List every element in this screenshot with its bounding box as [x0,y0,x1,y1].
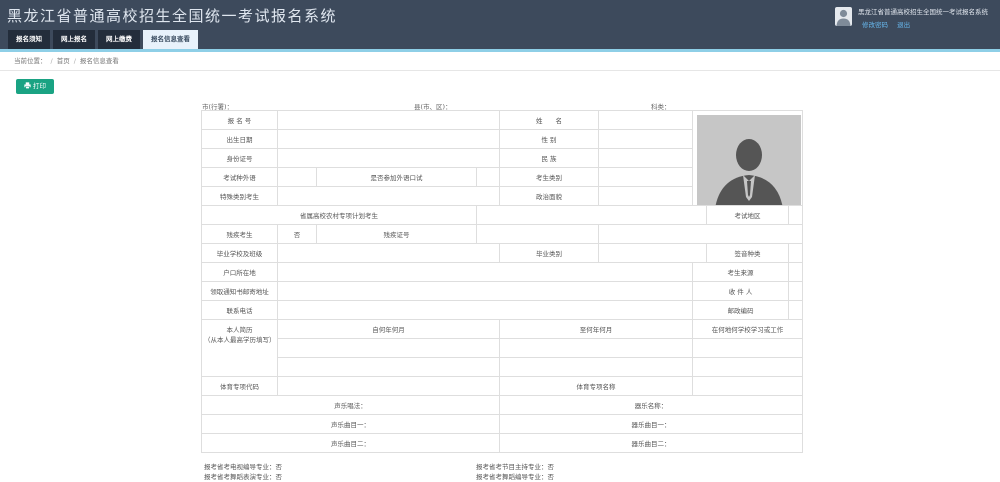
label-postal-code: 邮政编码 [692,300,790,320]
label-foreign-language: 考试种外语 [201,167,278,187]
vocal-piece-2: 声乐曲目二： [200,433,501,453]
tab-registration-info[interactable]: 报名信息查看 [143,30,198,49]
label-mailing-address: 领取通知书邮寄地址 [201,281,278,301]
user-name: 黑龙江省普通高校招生全国统一考试报名系统 [858,8,988,16]
resume-row-where [692,338,804,358]
value-id-number [276,148,501,168]
value-birth-date [276,129,501,149]
value-registration-number [276,110,501,130]
value-sports-name [692,376,804,396]
user-avatar-icon [835,7,852,26]
label-id-number: 身份证号 [201,148,278,168]
label-name: 姓 名 [499,110,600,130]
label-sports-name: 体育专项名称 [499,376,694,396]
value-rural-special-plan [475,205,708,225]
print-button[interactable]: 打印 [16,79,54,94]
instrument-name: 器乐名称： [499,395,804,415]
value-contact-phone [276,300,694,320]
value-mailing-address [276,281,694,301]
print-button-label: 打印 [33,82,46,90]
value-graduation-school [276,243,501,263]
label-rural-special-plan: 省属高校农村专项计划考生 [201,205,477,225]
tab-registration-notice[interactable]: 报名须知 [8,30,50,49]
breadcrumb-home[interactable]: 首页 [57,57,70,65]
dance-performance-major: 报考省考舞蹈表演专业：否 [204,473,282,481]
resume-header-from: 自何年何月 [276,319,501,339]
value-candidate-source [788,262,804,282]
resume-row-to [499,357,694,377]
value-special-category [276,186,501,206]
label-graduation-school: 毕业学校及班级 [201,243,278,263]
dance-choreography-major: 报考省考舞蹈编导专业：否 [476,473,554,481]
label-disability-cert: 残疾证号 [316,224,477,244]
value-name [598,110,694,130]
value-ethnicity [598,148,694,168]
tab-online-registration[interactable]: 网上报名 [53,30,95,49]
vocal-piece-1: 声乐曲目一： [200,414,501,434]
resume-note: （从本人最高学历填写） [204,336,276,344]
value-sports-code [276,376,501,396]
tab-online-payment[interactable]: 网上缴费 [98,30,140,49]
value-disabled-candidate: 否 [277,224,317,244]
value-disability-cert [475,224,600,244]
main-tabs: 报名须知 网上报名 网上缴费 报名信息查看 [8,30,198,49]
applicant-photo-placeholder [697,115,802,205]
value-sound-type [788,243,804,263]
label-candidate-category: 考生类别 [499,167,600,187]
empty-cell [598,224,804,244]
value-exam-region [788,205,804,225]
top-header: 黑龙江省普通高校招生全国统一考试报名系统 报名须知 网上报名 网上缴费 报名信息… [0,0,1000,49]
label-birth-date: 出生日期 [201,129,278,149]
vocal-style: 声乐唱法： [200,395,501,415]
label-gender: 性 别 [499,129,600,149]
value-graduation-category [598,243,708,263]
label-registration-number: 报 名 号 [201,110,278,130]
value-oral-exam [475,167,501,187]
label-sports-code: 体育专项代码 [201,376,278,396]
resume-row-from [276,338,501,358]
resume-title: 本人简历 [226,326,253,334]
label-exam-region: 考试地区 [706,205,790,225]
value-household-registration [276,262,694,282]
label-political-status: 政治面貌 [499,186,600,206]
label-ethnicity: 民 族 [499,148,600,168]
label-candidate-source: 考生来源 [692,262,790,282]
value-candidate-category [598,167,694,187]
photo-cell [692,110,804,206]
hosting-major: 报考省考节目主持专业：否 [476,463,554,471]
logout-link[interactable]: 退出 [897,21,910,29]
value-gender [598,129,694,149]
label-disabled-candidate: 残疾考生 [201,224,278,244]
instrument-piece-2: 器乐曲目二： [499,433,804,453]
breadcrumb-prefix: 当前位置： [14,57,47,65]
breadcrumb-separator: / [50,57,53,65]
resume-row-from [276,357,501,377]
value-political-status [598,186,694,206]
resume-row-to [499,338,694,358]
resume-header-to: 至何年何月 [499,319,694,339]
label-resume: 本人简历 （从本人最高学历填写） [201,319,278,377]
breadcrumb-separator: / [73,57,76,65]
label-graduation-category: 毕业类别 [499,243,600,263]
change-password-link[interactable]: 修改密码 [862,21,888,29]
value-foreign-language [277,167,317,187]
registration-info-table: 报 名 号 姓 名 出生日期 性 别 身份证号 民 族 考试种外语 是否参加外语… [200,110,804,453]
value-recipient [788,281,804,301]
breadcrumb-current: 报名信息查看 [79,57,119,65]
label-household-registration: 户口所在地 [201,262,278,282]
tv-directing-major: 报考省考电视编导专业：否 [204,463,282,471]
user-links: 修改密码 退出 [862,19,917,29]
resume-header-where: 在何地何学校学习或工作 [692,319,804,339]
value-postal-code [788,300,804,320]
label-special-category: 特殊类别考生 [201,186,278,206]
label-oral-exam: 是否参加外语口试 [316,167,477,187]
resume-row-where [692,357,804,377]
instrument-piece-1: 器乐曲目一： [499,414,804,434]
label-contact-phone: 联系电话 [201,300,278,320]
breadcrumb: 当前位置： / 首页 / 报名信息查看 [0,52,1000,71]
printer-icon [24,82,31,89]
label-sound-type: 签音种类 [706,243,790,263]
label-recipient: 收 件 人 [692,281,790,301]
system-title: 黑龙江省普通高校招生全国统一考试报名系统 [7,7,338,25]
